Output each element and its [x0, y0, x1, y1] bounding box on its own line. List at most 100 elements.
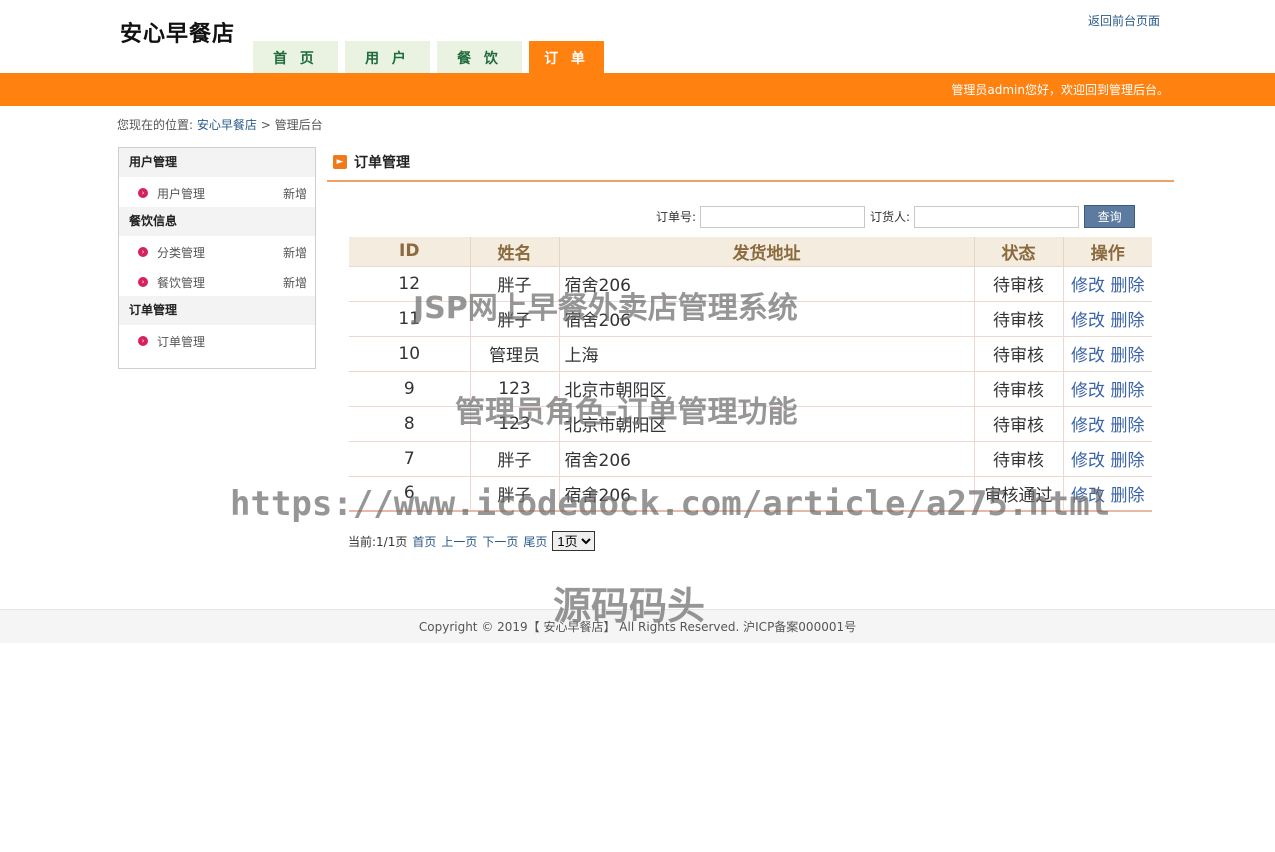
sidebar-item-user-management[interactable]: › 用户管理 新增: [119, 177, 315, 207]
cell-actions: 修改 删除: [1063, 370, 1152, 406]
column-header-name: 姓名: [470, 237, 560, 266]
sidebar-add-link[interactable]: 新增: [283, 266, 307, 300]
cell-status: 待审核: [974, 265, 1064, 301]
tab-orders[interactable]: 订 单: [529, 41, 604, 73]
table-row: 12 胖子 宿舍206 待审核 修改 删除: [349, 265, 1152, 301]
pagination: 当前:1/1页 首页 上一页 下一页 尾页 1页: [348, 531, 596, 551]
sidebar-group-users: 用户管理: [119, 148, 315, 177]
cell-id: 10: [349, 335, 471, 371]
order-no-label: 订单号:: [656, 210, 697, 224]
tab-users[interactable]: 用 户: [345, 41, 430, 73]
cell-address: 宿舍206: [559, 475, 975, 512]
sidebar-item-label[interactable]: 分类管理: [157, 236, 205, 270]
page-title-text: 订单管理: [354, 155, 410, 171]
site-logo: 安心早餐店: [120, 21, 236, 47]
page-title: ► 订单管理: [333, 152, 410, 172]
cell-id: 9: [349, 370, 471, 406]
cell-status: 待审核: [974, 405, 1064, 441]
delete-link[interactable]: 删除: [1110, 451, 1144, 471]
table-header-row: ID 姓名 发货地址 状态 操作: [349, 237, 1152, 266]
sidebar-item-label[interactable]: 餐饮管理: [157, 266, 205, 300]
sidebar-add-link[interactable]: 新增: [283, 177, 307, 211]
cell-id: 7: [349, 440, 471, 476]
table-row: 9 123 北京市朝阳区 待审核 修改 删除: [349, 370, 1152, 406]
cell-actions: 修改 删除: [1063, 440, 1152, 476]
sidebar-add-link[interactable]: 新增: [283, 236, 307, 270]
cell-actions: 修改 删除: [1063, 335, 1152, 371]
delete-link[interactable]: 删除: [1110, 416, 1144, 436]
sidebar-item-food-management[interactable]: › 餐饮管理 新增: [119, 266, 315, 296]
sidebar-item-order-management[interactable]: › 订单管理: [119, 325, 315, 355]
delete-link[interactable]: 删除: [1110, 276, 1144, 296]
breadcrumb-prefix: 您现在的位置:: [117, 118, 194, 132]
table-row: 7 胖子 宿舍206 待审核 修改 删除: [349, 440, 1152, 476]
orderer-input[interactable]: [914, 205, 1080, 228]
cell-name: 123: [470, 405, 560, 441]
delete-link[interactable]: 删除: [1110, 486, 1144, 506]
sidebar-item-category-management[interactable]: › 分类管理 新增: [119, 236, 315, 266]
title-divider: [327, 180, 1174, 182]
page-select[interactable]: 1页: [552, 531, 596, 551]
table-row: 11 胖子 宿舍206 待审核 修改 删除: [349, 300, 1152, 336]
breadcrumb-separator: >: [260, 118, 271, 132]
sidebar-group-orders: 订单管理: [119, 296, 315, 325]
cell-status: 待审核: [974, 335, 1064, 371]
edit-link[interactable]: 修改: [1071, 346, 1105, 366]
sidebar-group-food: 餐饮信息: [119, 207, 315, 236]
main-nav: 首 页 用 户 餐 饮 订 单: [253, 41, 604, 73]
breadcrumb-current: 管理后台: [274, 118, 323, 132]
edit-link[interactable]: 修改: [1071, 311, 1105, 331]
prev-page-link[interactable]: 上一页: [441, 533, 477, 550]
arrow-right-icon: ►: [333, 155, 347, 169]
column-header-id: ID: [349, 237, 471, 266]
cell-address: 北京市朝阳区: [559, 405, 975, 441]
cell-name: 管理员: [470, 335, 560, 371]
order-no-input[interactable]: [700, 205, 866, 228]
breadcrumb: 您现在的位置: 安心早餐店 > 管理后台: [117, 116, 323, 133]
sidebar-item-label[interactable]: 用户管理: [157, 177, 205, 211]
cell-id: 11: [349, 300, 471, 336]
page-info: 当前:1/1页: [348, 534, 408, 549]
edit-link[interactable]: 修改: [1071, 276, 1105, 296]
cell-id: 6: [349, 475, 471, 512]
bullet-arrow-icon: ›: [138, 277, 148, 287]
cell-actions: 修改 删除: [1063, 475, 1152, 512]
cell-status: 审核通过: [974, 475, 1064, 512]
cell-address: 宿舍206: [559, 440, 975, 476]
column-header-status: 状态: [974, 237, 1064, 266]
cell-status: 待审核: [974, 300, 1064, 336]
sidebar-item-label[interactable]: 订单管理: [157, 325, 205, 359]
delete-link[interactable]: 删除: [1110, 381, 1144, 401]
next-page-link[interactable]: 下一页: [482, 533, 518, 550]
tab-home[interactable]: 首 页: [253, 41, 338, 73]
admin-page: 安心早餐店 返回前台页面 首 页 用 户 餐 饮 订 单 管理员admin您好，…: [0, 0, 1275, 852]
cell-name: 胖子: [470, 475, 560, 512]
last-page-link[interactable]: 尾页: [523, 533, 547, 550]
delete-link[interactable]: 删除: [1110, 346, 1144, 366]
cell-status: 待审核: [974, 440, 1064, 476]
edit-link[interactable]: 修改: [1071, 416, 1105, 436]
cell-name: 胖子: [470, 440, 560, 476]
back-to-frontend-link[interactable]: 返回前台页面: [1088, 12, 1160, 29]
edit-link[interactable]: 修改: [1071, 381, 1105, 401]
search-bar: 订单号: 订货人: 查询: [656, 205, 1136, 228]
edit-link[interactable]: 修改: [1071, 451, 1105, 471]
cell-status: 待审核: [974, 370, 1064, 406]
breadcrumb-home-link[interactable]: 安心早餐店: [197, 118, 257, 132]
edit-link[interactable]: 修改: [1071, 486, 1105, 506]
table-row: 10 管理员 上海 待审核 修改 删除: [349, 335, 1152, 371]
cell-address: 宿舍206: [559, 265, 975, 301]
cell-address: 北京市朝阳区: [559, 370, 975, 406]
sidebar: 用户管理 › 用户管理 新增 餐饮信息 › 分类管理 新增 › 餐饮管理 新增 …: [118, 147, 316, 369]
welcome-text: 管理员admin您好，欢迎回到管理后台。: [951, 83, 1169, 97]
bullet-arrow-icon: ›: [138, 247, 148, 257]
footer: Copyright © 2019【 安心早餐店】 All Rights Rese…: [0, 609, 1275, 643]
cell-actions: 修改 删除: [1063, 265, 1152, 301]
tab-food[interactable]: 餐 饮: [437, 41, 522, 73]
search-button[interactable]: 查询: [1084, 205, 1136, 228]
cell-name: 胖子: [470, 300, 560, 336]
cell-id: 12: [349, 265, 471, 301]
first-page-link[interactable]: 首页: [412, 533, 436, 550]
bullet-arrow-icon: ›: [138, 336, 148, 346]
delete-link[interactable]: 删除: [1110, 311, 1144, 331]
